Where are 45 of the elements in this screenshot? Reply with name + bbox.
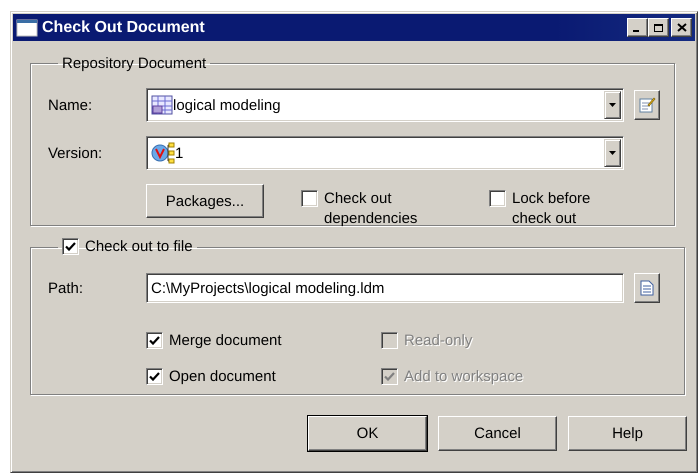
checkbox-label[interactable]: Check out dependencies bbox=[324, 189, 439, 229]
version-icon bbox=[151, 142, 175, 164]
checkmark-icon bbox=[384, 372, 395, 382]
properties-icon bbox=[638, 96, 656, 114]
help-button[interactable]: Help bbox=[568, 416, 687, 451]
combo-box[interactable]: logical modeling bbox=[146, 88, 624, 122]
packages-button[interactable]: Packages... bbox=[146, 184, 264, 218]
checkbox[interactable] bbox=[146, 332, 163, 349]
caret-icon bbox=[609, 151, 616, 155]
browse-button[interactable] bbox=[634, 273, 660, 303]
group-title: Repository Document bbox=[62, 55, 206, 72]
checkbox[interactable] bbox=[301, 190, 318, 207]
combo-box[interactable]: 1 bbox=[146, 136, 624, 170]
minimize-icon bbox=[633, 30, 639, 32]
model-icon bbox=[151, 95, 173, 115]
field-label: Version: bbox=[48, 144, 104, 162]
path-field[interactable]: C:\MyProjects\logical modeling.ldm bbox=[146, 273, 624, 303]
checkmark-icon bbox=[149, 336, 160, 346]
checkbox-label[interactable]: Open document bbox=[169, 367, 276, 387]
properties-button[interactable] bbox=[634, 90, 660, 120]
window-icon bbox=[16, 18, 38, 36]
checkbox-label: Add to workspace bbox=[404, 367, 524, 387]
caret-icon bbox=[609, 103, 616, 107]
checkbox-label[interactable]: Check out to file bbox=[85, 237, 193, 257]
close-button[interactable] bbox=[671, 18, 692, 37]
close-icon bbox=[676, 23, 686, 32]
checkbox[interactable] bbox=[146, 368, 163, 385]
checkmark-icon bbox=[149, 372, 160, 382]
checkbox-label[interactable]: Lock before check out bbox=[512, 189, 632, 229]
checkbox[interactable] bbox=[489, 190, 506, 207]
field-label: Path: bbox=[48, 280, 84, 296]
checkbox[interactable] bbox=[62, 238, 79, 255]
checkmark-icon bbox=[65, 242, 76, 252]
checkbox-label[interactable]: Merge document bbox=[169, 331, 282, 351]
dropdown-button[interactable] bbox=[604, 91, 621, 119]
maximize-icon bbox=[653, 22, 664, 32]
maximize-button[interactable] bbox=[648, 18, 669, 37]
dropdown-button[interactable] bbox=[604, 139, 621, 167]
checkbox-label: Read-only bbox=[404, 331, 472, 351]
minimize-button[interactable] bbox=[627, 18, 648, 37]
document-icon bbox=[640, 280, 654, 296]
field-label: Name: bbox=[48, 96, 94, 114]
window-title: Check Out Document bbox=[42, 18, 206, 36]
cancel-button[interactable]: Cancel bbox=[438, 416, 557, 451]
ok-button[interactable]: OK bbox=[308, 416, 427, 451]
